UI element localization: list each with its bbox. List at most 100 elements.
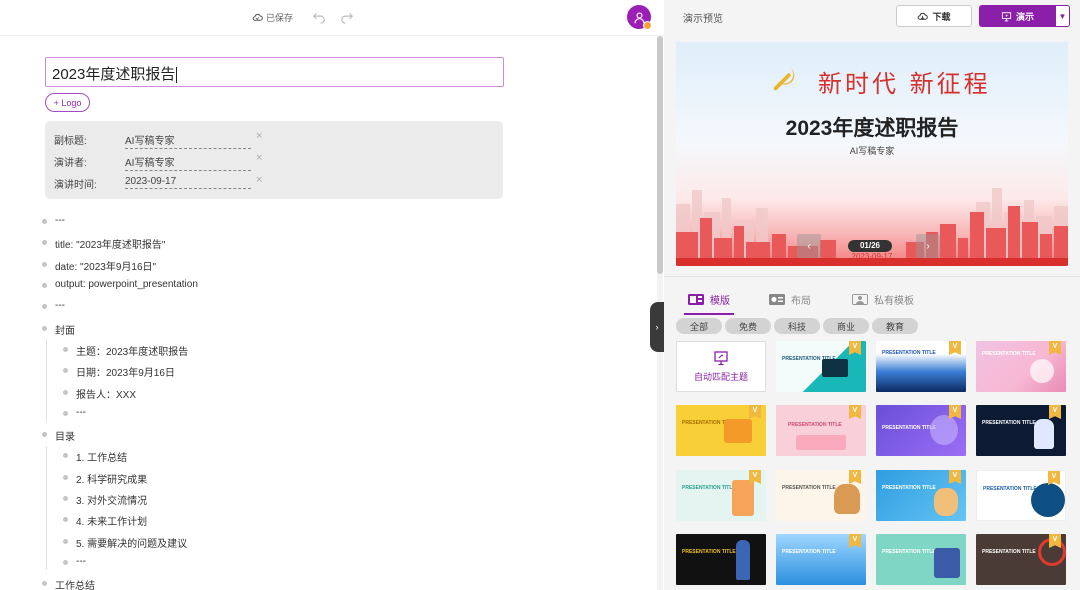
template-card[interactable]: PRESENTATION TITLE V: [976, 470, 1066, 521]
outline-text: date: "2023年9月16日": [55, 262, 157, 273]
clear-subtitle-icon[interactable]: ×: [256, 130, 262, 142]
template-card[interactable]: PRESENTATION TITLE V: [776, 405, 866, 456]
outline-item[interactable]: ---: [42, 300, 65, 311]
outline-item[interactable]: date: "2023年9月16日": [42, 258, 157, 273]
subtitle-field[interactable]: AI写稿专家: [125, 132, 251, 149]
editor-scrollbar-thumb[interactable]: [657, 36, 663, 274]
template-card[interactable]: PRESENTATION TITLE V: [776, 341, 866, 392]
outline-text: 1. 工作总结: [76, 453, 128, 464]
clear-speaker-icon[interactable]: ×: [256, 152, 262, 164]
template-card[interactable]: PRESENTATION TITLE V: [776, 470, 866, 521]
outline-item[interactable]: ---: [63, 407, 86, 418]
outline-item[interactable]: 封面: [42, 322, 75, 337]
template-card-image: [822, 359, 848, 377]
section-divider: [664, 276, 1080, 277]
outline-text: ---: [76, 407, 86, 418]
chevron-right-icon: ›: [926, 240, 930, 252]
template-card-title: PRESENTATION TITLE: [982, 351, 1036, 357]
auto-match-theme-card[interactable]: 自动匹配主题: [676, 341, 766, 392]
redo-icon[interactable]: [340, 10, 354, 24]
outline-item[interactable]: 工作总结: [42, 577, 95, 590]
template-icon: [688, 294, 704, 305]
present-options-dropdown[interactable]: ▼: [1055, 5, 1070, 27]
outline-item[interactable]: title: "2023年度述职报告": [42, 236, 166, 251]
outline-item[interactable]: ---: [42, 215, 65, 226]
date-field[interactable]: 2023-09-17: [125, 176, 251, 189]
outline-text: output: powerpoint_presentation: [55, 279, 198, 290]
outline-item[interactable]: 目录: [42, 428, 75, 443]
filter-chip-business[interactable]: 商业: [823, 318, 869, 334]
outline-item[interactable]: 1. 工作总结: [63, 449, 128, 464]
bullet-dot: [63, 496, 68, 501]
template-card-title: PRESENTATION TITLE: [982, 549, 1036, 555]
tab-templates-label: 模版: [710, 296, 730, 307]
bullet-dot: [42, 219, 47, 224]
tab-templates[interactable]: 模版: [688, 292, 730, 307]
collapse-panel-toggle[interactable]: ›: [650, 302, 664, 352]
outline-item[interactable]: 3. 对外交流情况: [63, 492, 147, 507]
add-logo-button[interactable]: + Logo: [45, 93, 90, 112]
vip-badge: V: [949, 470, 961, 484]
outline-item[interactable]: 主题：2023年度述职报告: [63, 343, 189, 358]
outline-text: title: "2023年度述职报告": [55, 240, 166, 251]
outline-text: 5. 需要解决的问题及建议: [76, 539, 188, 550]
slide-title: 2023年度述职报告: [785, 117, 959, 140]
tab-private-templates[interactable]: 私有模板: [852, 292, 914, 307]
template-card-title: PRESENTATION TITLE: [782, 549, 836, 555]
outline-item[interactable]: 日期：2023年9月16日: [63, 364, 175, 379]
outline-item[interactable]: output: powerpoint_presentation: [42, 279, 198, 290]
speaker-row: 演讲者: AI写稿专家 ×: [45, 149, 503, 171]
outline-item[interactable]: 4. 未来工作计划: [63, 513, 147, 528]
bullet-dot: [63, 475, 68, 480]
outline-item[interactable]: 2. 科学研究成果: [63, 471, 147, 486]
template-card[interactable]: PRESENTATION TITLE V: [776, 534, 866, 585]
outline-item[interactable]: 5. 需要解决的问题及建议: [63, 535, 188, 550]
slide-preview[interactable]: 新时代 新征程 2023年度述职报告 AI写稿专家 ‹ › 01/26 2023…: [676, 42, 1068, 266]
template-card-image: [930, 415, 958, 445]
outline-item[interactable]: ---: [63, 556, 86, 567]
bullet-dot: [42, 326, 47, 331]
template-card[interactable]: PRESENTATION TITLE V: [676, 470, 766, 521]
present-button[interactable]: 演示: [979, 5, 1056, 27]
filter-chip-tech[interactable]: 科技: [774, 318, 820, 334]
bullet-dot: [63, 368, 68, 373]
outline-editor: 已保存 2023年度述职报告 + Logo 副标题: AI写稿专家 × 演讲者:…: [0, 0, 664, 590]
clear-date-icon[interactable]: ×: [256, 174, 262, 186]
filter-chip-all[interactable]: 全部: [676, 318, 722, 334]
template-card[interactable]: PRESENTATION TITLE: [876, 534, 966, 585]
meta-fields-panel: 副标题: AI写稿专家 × 演讲者: AI写稿专家 × 演讲时间: 2023-0…: [45, 121, 503, 199]
present-label: 演示: [1015, 11, 1034, 22]
template-card-image: [736, 540, 750, 580]
vip-badge: V: [849, 405, 861, 419]
template-card[interactable]: PRESENTATION TITLE V: [876, 405, 966, 456]
title-text: 2023年度述职报告: [52, 66, 176, 83]
undo-icon[interactable]: [312, 10, 326, 24]
speaker-field[interactable]: AI写稿专家: [125, 154, 251, 171]
save-status: 已保存: [252, 11, 293, 24]
download-button[interactable]: 下载: [896, 5, 972, 27]
active-tab-indicator: [684, 313, 734, 315]
template-card[interactable]: PRESENTATION TITLE V: [976, 534, 1066, 585]
template-card[interactable]: PRESENTATION TITLE V: [676, 405, 766, 456]
download-label: 下载: [932, 11, 951, 22]
bullet-dot: [42, 581, 47, 586]
avatar[interactable]: [627, 5, 652, 30]
vip-badge: V: [1048, 471, 1060, 485]
outline-text: 封面: [55, 326, 75, 337]
title-input[interactable]: 2023年度述职报告: [45, 57, 504, 87]
template-card[interactable]: PRESENTATION TITLE: [676, 534, 766, 585]
filter-chip-education[interactable]: 教育: [872, 318, 918, 334]
bullet-dot: [63, 453, 68, 458]
tab-layouts[interactable]: 布局: [769, 292, 811, 307]
template-card[interactable]: PRESENTATION TITLE V: [876, 341, 966, 392]
filter-chip-free[interactable]: 免费: [725, 318, 771, 334]
template-card-title: PRESENTATION TITLE: [983, 486, 1037, 492]
outline-text: 主题：2023年度述职报告: [76, 347, 189, 358]
slide-date: 2023-09-17: [851, 252, 893, 261]
date-row: 演讲时间: 2023-09-17 ×: [45, 171, 503, 193]
template-card[interactable]: PRESENTATION TITLE V: [876, 470, 966, 521]
template-card-image: [724, 419, 752, 443]
template-card[interactable]: PRESENTATION TITLE V: [976, 405, 1066, 456]
outline-item[interactable]: 报告人：XXX: [63, 386, 136, 401]
template-card[interactable]: PRESENTATION TITLE V: [976, 341, 1066, 392]
